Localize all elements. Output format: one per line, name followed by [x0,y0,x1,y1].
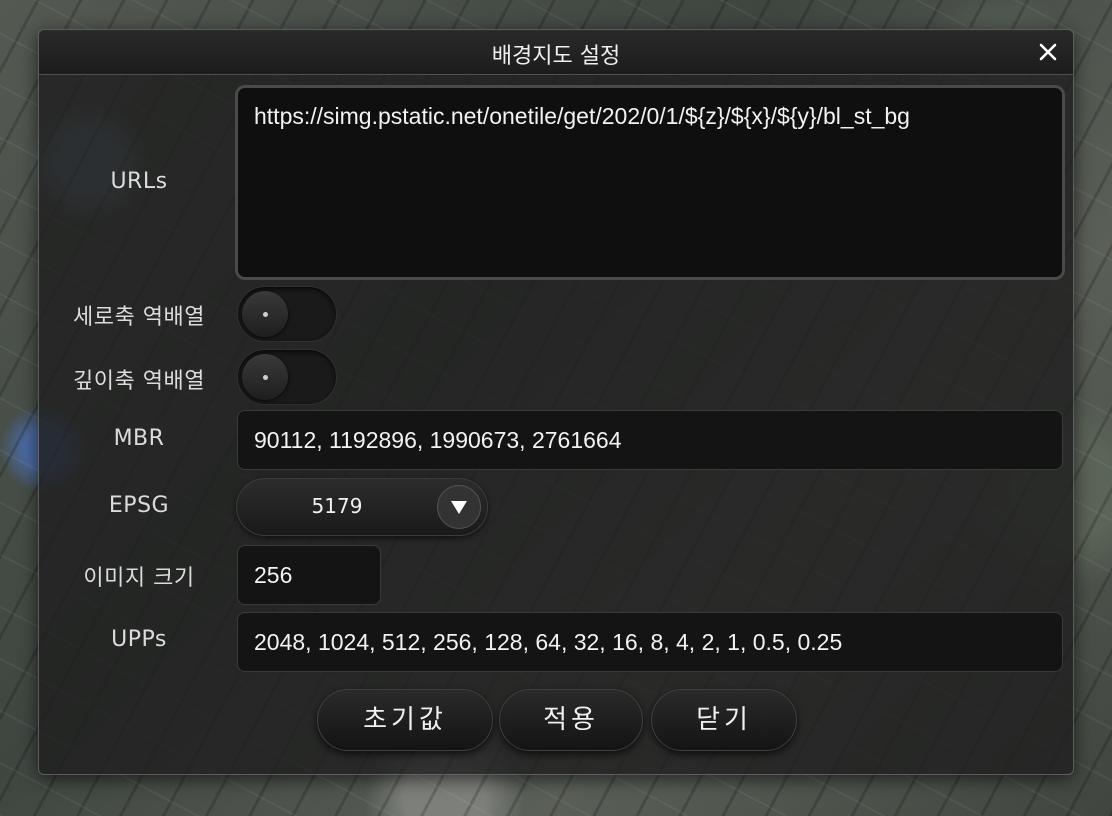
dialog-title: 배경지도 설정 [491,44,621,69]
mbr-input[interactable]: 90112, 1192896, 1990673, 2761664 [237,410,1063,470]
toggle-knob [242,291,288,337]
upps-input[interactable]: 2048, 1024, 512, 256, 128, 64, 32, 16, 8… [237,612,1063,672]
image-size-label: 이미지 크기 [83,566,195,591]
apply-button[interactable]: 적용 [499,689,643,751]
urls-label: URLs [110,169,168,194]
close-dialog-button[interactable] [1035,39,1061,65]
epsg-select[interactable]: 5179 [236,478,488,536]
invert-depth-toggle[interactable] [237,349,337,405]
upps-label: UPPs [111,627,167,652]
basemap-settings-dialog: 배경지도 설정 URLs https://simg.pstatic.net/on… [38,29,1074,775]
reset-button[interactable]: 초기값 [317,689,493,751]
triangle-down-icon [451,501,467,514]
epsg-dropdown-button[interactable] [437,485,481,529]
invert-vertical-toggle[interactable] [237,286,337,342]
urls-textarea[interactable]: https://simg.pstatic.net/onetile/get/202… [235,85,1065,280]
dialog-titlebar: 배경지도 설정 [39,30,1073,75]
mbr-label: MBR [113,426,165,451]
close-icon [1039,43,1057,61]
close-button[interactable]: 닫기 [651,689,797,751]
epsg-selected-value: 5179 [311,494,363,518]
invert-depth-label: 깊이축 역배열 [73,369,205,394]
image-size-input[interactable]: 256 [237,545,381,605]
invert-vertical-label: 세로축 역배열 [73,305,205,330]
toggle-knob [242,354,288,400]
epsg-label: EPSG [108,493,170,518]
